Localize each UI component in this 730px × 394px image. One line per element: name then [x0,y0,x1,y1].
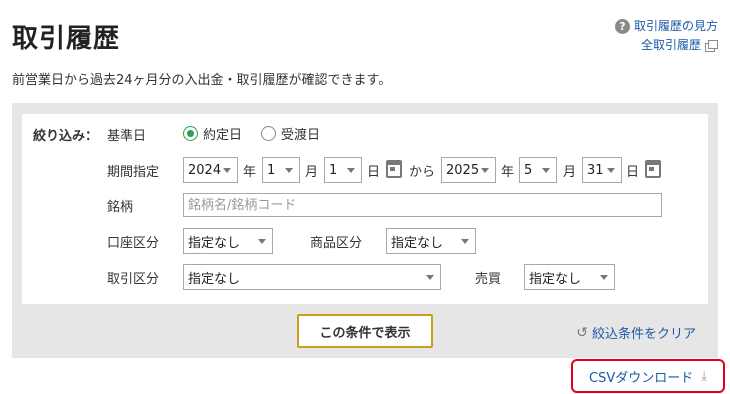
year-unit: 年 [243,165,257,180]
to-calendar-icon[interactable] [645,160,661,178]
month-unit: 月 [563,165,577,180]
question-icon: ? [614,19,630,34]
search-button[interactable]: この条件で表示 [297,314,433,348]
symbol-input[interactable] [183,193,662,217]
all-history-link-label: 全取引履歴 [640,38,701,52]
radio-trade-date[interactable]: 約定日 [183,124,242,143]
day-unit: 日 [626,165,640,180]
chevron-down-icon [347,167,355,173]
page-description: 前営業日から過去24ヶ月分の入出金・取引履歴が確認できます。 [12,73,392,88]
period-separator: から [409,165,436,180]
buy-sell-select[interactable]: 指定なし [524,264,615,290]
filter-label: 絞り込み： [33,129,99,144]
buy-sell-value: 指定なし [529,271,582,287]
chevron-down-icon [223,167,231,173]
day-unit: 日 [367,165,381,180]
chevron-down-icon [600,274,608,280]
period-label: 期間指定 [107,165,160,180]
chevron-down-icon [481,167,489,173]
clear-filter-link[interactable]: ↺ 絞込条件をクリア [576,323,696,343]
product-type-value: 指定なし [391,235,444,251]
to-month-select[interactable]: 5 [519,157,557,183]
chevron-down-icon [285,167,293,173]
to-day-value: 31 [587,162,604,178]
from-month-select[interactable]: 1 [262,157,300,183]
filter-form: 絞り込み： 基準日 約定日 受渡日 期間指定 2024 年 1 月 1 日 から [22,114,708,304]
chevron-down-icon [426,274,434,280]
help-link[interactable]: ? 取引履歴の見方 [614,17,718,36]
undo-icon: ↺ [576,324,588,341]
help-link-label: 取引履歴の見方 [633,19,718,33]
from-calendar-icon[interactable] [386,160,402,178]
trade-type-label: 取引区分 [107,272,160,287]
year-unit: 年 [501,165,515,180]
all-history-link[interactable]: 全取引履歴 [615,36,718,55]
to-year-select[interactable]: 2025 [441,157,496,183]
symbol-label: 銘柄 [107,200,134,215]
to-month-value: 5 [524,162,533,178]
filter-panel: 絞り込み： 基準日 約定日 受渡日 期間指定 2024 年 1 月 1 日 から [12,103,718,358]
to-day-select[interactable]: 31 [582,157,622,183]
from-month-value: 1 [267,162,276,178]
chevron-down-icon [461,238,469,244]
radio-trade-date-label: 約定日 [203,128,243,143]
product-type-select[interactable]: 指定なし [386,228,476,254]
from-day-select[interactable]: 1 [324,157,362,183]
new-window-icon [705,40,718,52]
chevron-down-icon [258,238,266,244]
clear-filter-label: 絞込条件をクリア [591,327,696,342]
chevron-down-icon [607,167,615,173]
buy-sell-label: 売買 [475,272,502,287]
csv-download-button[interactable]: CSVダウンロード ⤓ [571,359,725,393]
from-year-value: 2024 [188,162,222,178]
trade-type-select[interactable]: 指定なし [183,264,441,290]
radio-settlement-date-label: 受渡日 [281,128,321,143]
page-title: 取引履歴 [12,24,121,54]
chevron-down-icon [542,167,550,173]
base-date-label: 基準日 [107,129,147,144]
account-type-value: 指定なし [188,235,241,251]
help-links: ? 取引履歴の見方 全取引履歴 [614,17,718,55]
radio-unchecked-icon [261,126,276,141]
radio-settlement-date[interactable]: 受渡日 [261,124,320,143]
month-unit: 月 [305,165,319,180]
account-type-select[interactable]: 指定なし [183,228,273,254]
download-icon: ⤓ [701,368,707,384]
trade-type-value: 指定なし [188,271,241,287]
to-year-value: 2025 [446,162,480,178]
from-year-select[interactable]: 2024 [183,157,238,183]
from-day-value: 1 [329,162,338,178]
account-type-label: 口座区分 [107,236,160,251]
product-type-label: 商品区分 [310,236,363,251]
csv-download-label: CSVダウンロード [589,370,694,386]
radio-checked-icon [183,126,198,141]
